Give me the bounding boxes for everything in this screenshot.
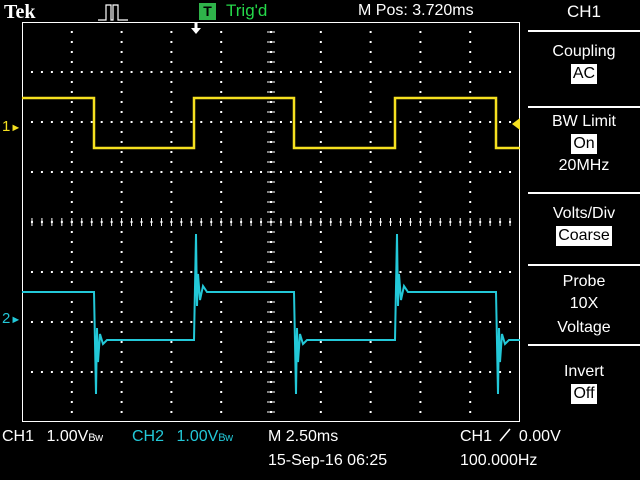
trigger-status: Trig'd xyxy=(226,1,268,20)
menu-title: CH1 xyxy=(566,2,601,21)
bw-limit-label: BW Limit xyxy=(552,113,616,130)
ch2-scale: 1.00V xyxy=(176,428,219,445)
bw-limit-button[interactable]: BW Limit On 20MHz xyxy=(528,106,640,192)
timebase-readout: M 2.50ms xyxy=(268,428,339,445)
horizontal-position-readout: M Pos: 3.720ms xyxy=(358,2,474,19)
ch1-name: CH1 xyxy=(2,428,35,445)
waveform-display xyxy=(22,22,520,422)
probe-label: Probe xyxy=(562,273,606,290)
ch1-bw-icon: Bw xyxy=(88,432,103,444)
ch2-readout: CH2 1.00VBw xyxy=(132,428,233,447)
volts-div-value: Coarse xyxy=(556,226,612,246)
ch1-scale: 1.00V xyxy=(46,428,89,445)
ch2-ground-marker[interactable]: 2► xyxy=(2,310,21,329)
invert-button[interactable]: Invert Off xyxy=(528,344,640,426)
rising-edge-icon xyxy=(499,428,512,442)
coupling-value: AC xyxy=(570,64,598,84)
coupling-button[interactable]: Coupling AC xyxy=(528,30,640,106)
date-time-readout: 15-Sep-16 06:25 xyxy=(268,452,388,469)
probe-attenuation: 10X xyxy=(569,295,599,312)
bw-limit-frequency: 20MHz xyxy=(558,157,610,174)
ch1-readout: CH1 1.00VBw xyxy=(2,428,103,447)
brand-logo: Tek xyxy=(4,1,36,23)
trigger-readout: CH1 0.00V xyxy=(460,428,561,446)
frequency-readout: 100.000Hz xyxy=(460,452,538,469)
trigger-badge: T xyxy=(199,3,216,20)
volts-div-label: Volts/Div xyxy=(552,205,616,222)
volts-div-button[interactable]: Volts/Div Coarse xyxy=(528,192,640,264)
trigger-level: 0.00V xyxy=(518,428,561,445)
channel-menu: CH1 Coupling AC BW Limit On 20MHz Volts/… xyxy=(528,0,640,426)
probe-button[interactable]: Probe 10X Voltage xyxy=(528,264,640,344)
trigger-source: CH1 xyxy=(460,428,493,445)
invert-value: Off xyxy=(571,384,597,404)
ch2-name: CH2 xyxy=(132,428,165,445)
status-bar: CH1 1.00VBw CH2 1.00VBw M 2.50ms 15-Sep-… xyxy=(0,426,640,480)
ch2-bw-icon: Bw xyxy=(218,432,233,444)
oscilloscope-screen: Tek T Trig'd M Pos: 3.720ms 1► 2► CH1 Co… xyxy=(0,0,640,480)
ch1-ground-marker[interactable]: 1► xyxy=(2,118,21,137)
probe-type: Voltage xyxy=(557,319,611,336)
acquisition-pulse-icon xyxy=(98,4,128,21)
bw-limit-value: On xyxy=(571,134,597,154)
coupling-label: Coupling xyxy=(552,43,616,60)
invert-label: Invert xyxy=(563,363,604,380)
